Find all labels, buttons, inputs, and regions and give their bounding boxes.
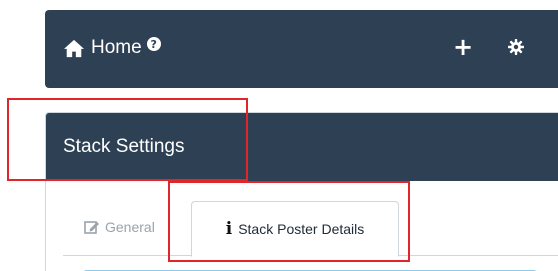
add-button[interactable]: + bbox=[453, 35, 473, 59]
home-title: Home bbox=[91, 37, 142, 58]
home-link[interactable]: Home ? bbox=[63, 37, 161, 59]
help-icon[interactable]: ? bbox=[146, 37, 161, 51]
panel-title: Stack Settings bbox=[63, 136, 185, 157]
tab-general-label: General bbox=[105, 219, 155, 235]
gear-icon[interactable] bbox=[508, 39, 524, 55]
panel-header: Stack Settings bbox=[46, 113, 558, 181]
tab-stack-poster-details-label: Stack Poster Details bbox=[238, 221, 365, 237]
tab-stack-poster-details[interactable]: i Stack Poster Details bbox=[191, 201, 399, 257]
page: Home ? + Stack Settings General i Stack … bbox=[0, 0, 558, 271]
home-bar: Home ? + bbox=[45, 10, 558, 88]
info-icon: i bbox=[225, 219, 233, 239]
tab-bar: General i Stack Poster Details bbox=[46, 181, 558, 266]
stack-settings-panel: Stack Settings General i Stack Poster De… bbox=[45, 112, 558, 271]
edit-icon bbox=[84, 221, 99, 234]
tab-general[interactable]: General bbox=[84, 219, 176, 235]
home-icon bbox=[64, 39, 84, 58]
